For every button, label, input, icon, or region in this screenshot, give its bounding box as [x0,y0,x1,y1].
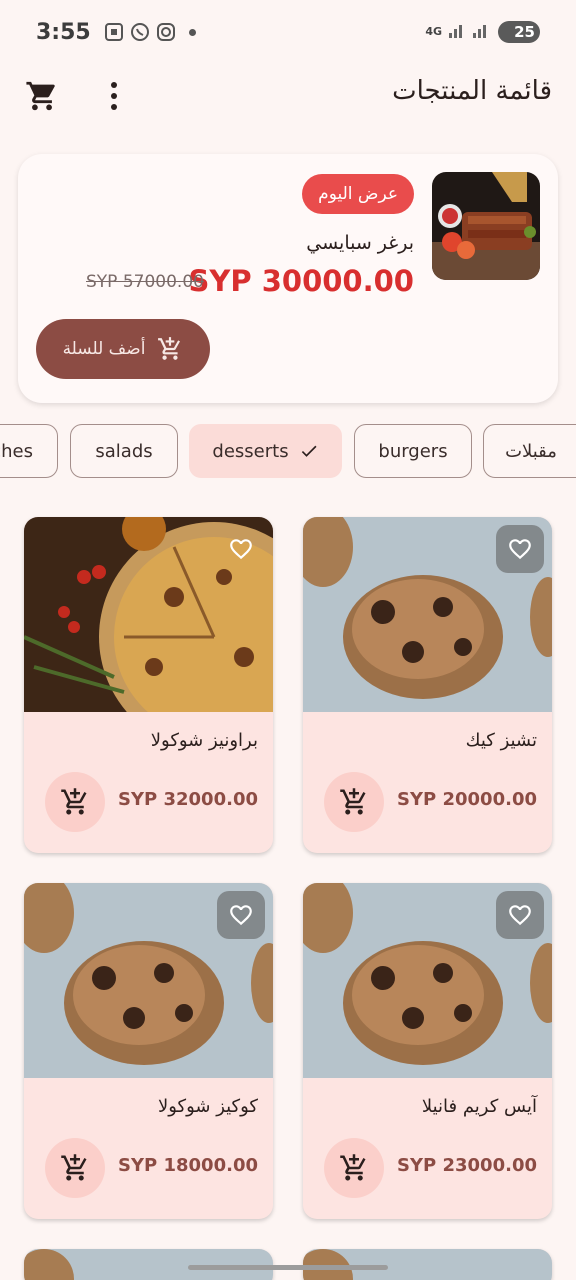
product-name: تشيز كيك [465,730,537,751]
product-price: SYP 32000.00 [118,789,258,810]
cart-button[interactable] [20,74,64,118]
product-card[interactable]: آيس كريم فانيلا SYP 23000.00 [303,883,552,1219]
chip-appetizers[interactable]: مقبلات [483,424,576,478]
daily-offer-card[interactable]: عرض اليوم برغر سبايسي SYP 30000.00 SYP 5… [18,154,558,403]
product-name: آيس كريم فانيلا [421,1096,537,1117]
offer-add-to-cart-label: أضف للسلة [62,339,146,359]
add-to-cart-button[interactable] [324,1138,384,1198]
favorite-button[interactable] [496,891,544,939]
offer-price: SYP 30000.00 [188,264,414,298]
product-price: SYP 23000.00 [397,1155,537,1176]
status-time: 3:55 [36,19,91,45]
chip-salads[interactable]: salads [70,424,178,478]
chip-label: desserts [212,440,289,462]
chip-desserts[interactable]: desserts [189,424,342,478]
product-card[interactable]: كوكيز شوكولا SYP 18000.00 [24,883,273,1219]
cart-icon [26,81,55,111]
more-vert-icon [111,82,117,110]
offer-product-name: برغر سبايسي [306,232,414,254]
add-to-cart-button[interactable] [45,1138,105,1198]
screenshot-icon [103,21,125,43]
add-shopping-cart-icon [61,788,87,815]
chip-burgers[interactable]: burgers [354,424,472,478]
favorite-button[interactable] [217,525,265,573]
offer-add-to-cart-button[interactable]: أضف للسلة [36,319,210,379]
add-to-cart-button[interactable] [45,772,105,832]
signal-icon [448,21,492,43]
product-card[interactable]: تشيز كيك SYP 20000.00 [303,517,552,853]
network-type: 4G [425,25,442,38]
product-price: SYP 20000.00 [397,789,537,810]
offer-image [432,172,540,280]
app-bar: قائمة المنتجات [0,64,576,128]
add-shopping-cart-icon [340,1154,366,1181]
product-name: كوكيز شوكولا [157,1096,258,1117]
favorite-button[interactable] [496,525,544,573]
add-to-cart-button[interactable] [324,772,384,832]
product-card[interactable]: براونيز شوكولا SYP 32000.00 [24,517,273,853]
add-shopping-cart-icon [61,1154,87,1181]
product-name: براونيز شوكولا [150,730,258,751]
check-icon [301,445,317,457]
chip-sandwiches[interactable]: ches [0,424,58,478]
offer-old-price: SYP 57000.00 [86,272,204,292]
favorite-button[interactable] [217,891,265,939]
add-shopping-cart-icon [158,337,181,360]
page-title: قائمة المنتجات [392,76,552,106]
notification-dot-icon [188,28,196,36]
status-bar: 3:55 4G 25 [0,0,576,64]
chip-label: مقبلات [505,440,557,462]
whatsapp-icon [129,21,151,43]
chip-label: ches [0,440,33,462]
offer-badge: عرض اليوم [302,174,414,214]
heart-outline-icon [230,905,252,926]
chip-label: salads [95,440,153,462]
product-price: SYP 18000.00 [118,1155,258,1176]
heart-outline-icon [509,905,531,926]
heart-outline-icon [509,539,531,560]
heart-outline-icon [230,539,252,560]
instagram-icon [155,21,177,43]
battery-indicator: 25 [498,21,540,43]
add-shopping-cart-icon [340,788,366,815]
category-chips: مقبلات burgers desserts salads ches [0,424,576,480]
more-options-button[interactable] [94,74,134,118]
chip-label: burgers [378,440,448,462]
home-indicator[interactable] [188,1265,388,1270]
